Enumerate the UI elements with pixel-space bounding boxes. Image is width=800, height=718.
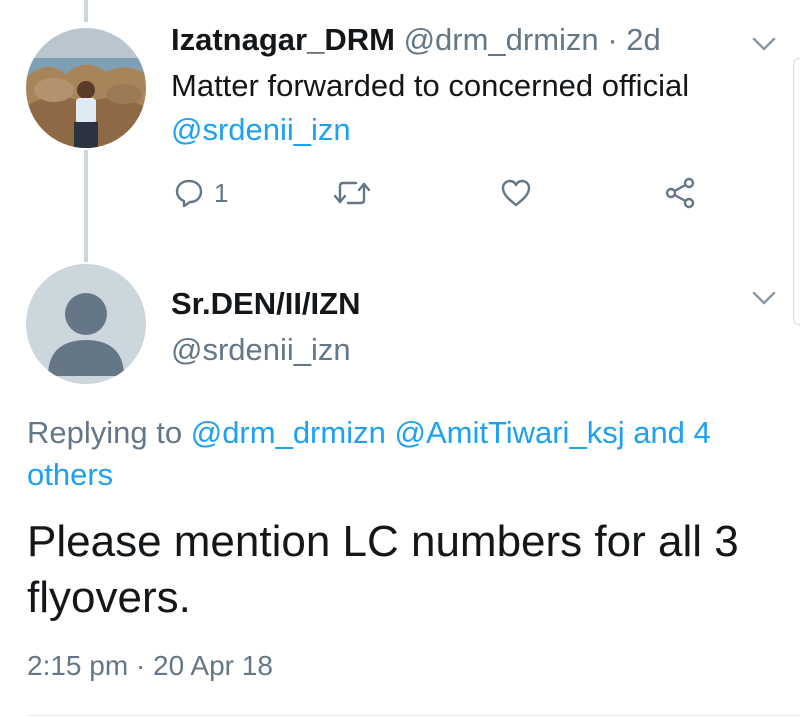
author-name[interactable]: Izatnagar_DRM [171,22,395,57]
retweet-button[interactable] [332,170,372,216]
tweet-actions: 1 [0,170,800,216]
reply-count: 1 [214,177,229,208]
avatar[interactable] [26,264,146,384]
like-icon [501,179,531,207]
tweet-text: Please mention LC numbers for all 3 flyo… [27,517,739,622]
chevron-down-icon[interactable] [752,290,776,306]
avatar[interactable] [26,28,146,148]
replying-to: Replying to @drm_drmizn @AmitTiwari_ksj … [27,412,767,496]
author-handle[interactable]: @drm_drmizn [404,22,599,57]
tweet-timestamp: 2:15 pm · 20 Apr 18 [27,650,273,681]
author-name[interactable]: Sr.DEN/II/IZN [171,284,360,324]
avatar-photo-image [26,28,146,148]
chevron-down-icon[interactable] [752,36,776,52]
tweet-text: Matter forwarded to concerned official [171,68,690,103]
replying-prefix: Replying to [27,415,183,450]
divider [27,715,800,716]
tweet-time[interactable]: 2d [626,22,660,57]
replying-mention[interactable]: @AmitTiwari_ksj [394,415,624,450]
tweet-header: Izatnagar_DRM @drm_drmizn · 2d [171,20,661,60]
share-button[interactable] [664,170,696,216]
thread-line [84,0,88,22]
reply-icon [175,179,203,208]
reply-button[interactable]: 1 [174,170,228,216]
author-handle[interactable]: @srdenii_izn [171,330,351,370]
retweet-icon [333,181,371,205]
default-avatar-icon [48,293,124,376]
replying-mention[interactable]: @drm_drmizn [191,415,386,450]
share-icon [665,177,695,209]
mention-link[interactable]: @srdenii_izn [171,108,351,152]
separator: · [607,22,618,57]
like-button[interactable] [500,170,532,216]
